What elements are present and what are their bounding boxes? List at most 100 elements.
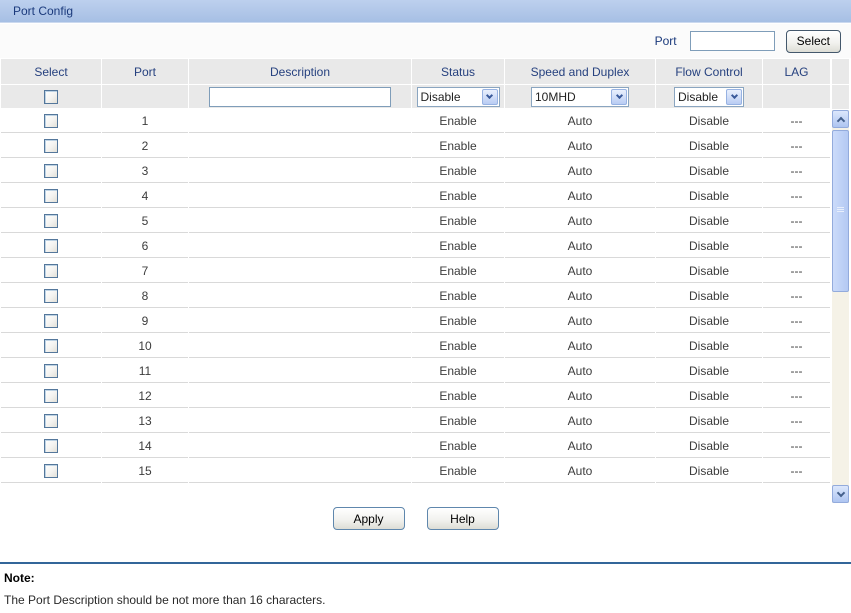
- status-cell: Enable: [412, 434, 504, 458]
- column-header-lag: LAG: [763, 59, 830, 84]
- lag-cell: ---: [763, 259, 830, 283]
- port-cell: 15: [102, 459, 188, 483]
- status-cell: Enable: [412, 309, 504, 333]
- chevron-down-icon[interactable]: [611, 89, 627, 105]
- description-cell: [189, 259, 411, 283]
- row-select-checkbox[interactable]: [44, 314, 58, 328]
- row-select-checkbox[interactable]: [44, 289, 58, 303]
- flow-cell: Disable: [656, 184, 762, 208]
- port-config-table: Select Port Description Status Speed and…: [0, 58, 831, 484]
- port-cell: 6: [102, 234, 188, 258]
- lag-cell: ---: [763, 109, 830, 133]
- speed-cell: Auto: [505, 209, 655, 233]
- row-select-checkbox[interactable]: [44, 439, 58, 453]
- row-select-checkbox[interactable]: [44, 339, 58, 353]
- status-filter-select[interactable]: Disable: [417, 87, 500, 107]
- table-row: 14 Enable Auto Disable ---: [1, 434, 830, 458]
- port-cell: 8: [102, 284, 188, 308]
- description-cell: [189, 284, 411, 308]
- description-filter-input[interactable]: [209, 87, 391, 107]
- row-select-checkbox[interactable]: [44, 189, 58, 203]
- flow-cell: Disable: [656, 309, 762, 333]
- lag-cell: ---: [763, 434, 830, 458]
- speed-cell: Auto: [505, 359, 655, 383]
- row-select-checkbox[interactable]: [44, 164, 58, 178]
- status-cell: Enable: [412, 259, 504, 283]
- status-cell: Enable: [412, 234, 504, 258]
- scroll-up-button[interactable]: [832, 110, 849, 128]
- description-cell: [189, 134, 411, 158]
- speed-cell: Auto: [505, 409, 655, 433]
- status-cell: Enable: [412, 409, 504, 433]
- row-select-checkbox[interactable]: [44, 139, 58, 153]
- table-row: 11 Enable Auto Disable ---: [1, 359, 830, 383]
- flow-cell: Disable: [656, 459, 762, 483]
- filter-row: Disable 10MHD Disable: [1, 85, 830, 108]
- row-select-checkbox[interactable]: [44, 364, 58, 378]
- status-cell: Enable: [412, 109, 504, 133]
- chevron-down-icon[interactable]: [726, 89, 742, 105]
- row-select-checkbox[interactable]: [44, 464, 58, 478]
- table-scrollbar[interactable]: [832, 110, 849, 503]
- speed-filter-value: 10MHD: [532, 90, 610, 104]
- row-select-checkbox[interactable]: [44, 239, 58, 253]
- status-cell: Enable: [412, 159, 504, 183]
- lag-cell: ---: [763, 384, 830, 408]
- port-filter-input[interactable]: [690, 31, 775, 51]
- port-cell: 14: [102, 434, 188, 458]
- table-row: 6 Enable Auto Disable ---: [1, 234, 830, 258]
- description-cell: [189, 334, 411, 358]
- page-title: Port Config: [13, 4, 73, 18]
- speed-cell: Auto: [505, 259, 655, 283]
- row-select-checkbox[interactable]: [44, 414, 58, 428]
- status-filter-value: Disable: [418, 90, 481, 104]
- description-cell: [189, 109, 411, 133]
- port-cell: 10: [102, 334, 188, 358]
- apply-button[interactable]: Apply: [333, 507, 405, 530]
- flow-cell: Disable: [656, 109, 762, 133]
- chevron-down-icon: [836, 488, 844, 496]
- help-button[interactable]: Help: [427, 507, 499, 530]
- lag-cell: ---: [763, 459, 830, 483]
- row-select-checkbox[interactable]: [44, 114, 58, 128]
- flow-cell: Disable: [656, 284, 762, 308]
- chevron-down-icon[interactable]: [482, 89, 498, 105]
- select-all-checkbox[interactable]: [44, 90, 58, 104]
- description-cell: [189, 234, 411, 258]
- flow-cell: Disable: [656, 434, 762, 458]
- row-select-checkbox[interactable]: [44, 264, 58, 278]
- speed-cell: Auto: [505, 234, 655, 258]
- column-header-status: Status: [412, 59, 504, 84]
- row-select-checkbox[interactable]: [44, 214, 58, 228]
- table-row: 15 Enable Auto Disable ---: [1, 459, 830, 483]
- table-row: 12 Enable Auto Disable ---: [1, 384, 830, 408]
- flow-cell: Disable: [656, 209, 762, 233]
- description-cell: [189, 209, 411, 233]
- flow-filter-value: Disable: [675, 90, 725, 104]
- scroll-down-button[interactable]: [832, 485, 849, 503]
- flow-cell: Disable: [656, 334, 762, 358]
- port-quick-select-bar: Port Select: [0, 24, 851, 58]
- description-cell: [189, 184, 411, 208]
- chevron-up-icon: [836, 116, 844, 124]
- speed-filter-select[interactable]: 10MHD: [531, 87, 629, 107]
- status-cell: Enable: [412, 209, 504, 233]
- column-header-select: Select: [1, 59, 101, 84]
- row-select-checkbox[interactable]: [44, 389, 58, 403]
- port-cell: 4: [102, 184, 188, 208]
- note-heading: Note:: [4, 571, 35, 585]
- description-cell: [189, 434, 411, 458]
- flow-filter-select[interactable]: Disable: [674, 87, 744, 107]
- table-row: 7 Enable Auto Disable ---: [1, 259, 830, 283]
- table-row: 13 Enable Auto Disable ---: [1, 409, 830, 433]
- header-row: Select Port Description Status Speed and…: [1, 59, 830, 84]
- port-cell: 5: [102, 209, 188, 233]
- port-cell: 2: [102, 134, 188, 158]
- port-select-button[interactable]: Select: [786, 30, 841, 53]
- lag-cell: ---: [763, 309, 830, 333]
- note-divider: [0, 562, 851, 564]
- port-config-page: Port Config Port Select Select Port Desc…: [0, 0, 851, 613]
- speed-cell: Auto: [505, 309, 655, 333]
- scrollbar-thumb[interactable]: [832, 130, 849, 292]
- lag-cell: ---: [763, 334, 830, 358]
